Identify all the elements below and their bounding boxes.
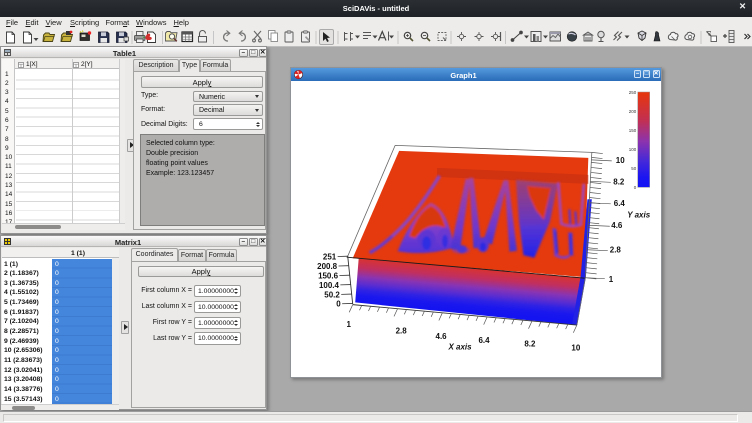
svg-text:0: 0: [634, 185, 637, 190]
svg-text:250: 250: [629, 90, 637, 95]
svg-text:200: 200: [629, 109, 637, 114]
svg-text:150: 150: [629, 128, 637, 133]
svg-text:X axis: X axis: [448, 342, 473, 351]
svg-text:8.2: 8.2: [524, 339, 536, 348]
svg-text:4.6: 4.6: [436, 332, 448, 341]
svg-text:50: 50: [631, 166, 636, 171]
svg-text:200.8: 200.8: [317, 262, 338, 271]
svg-text:6.4: 6.4: [614, 199, 626, 208]
svg-text:10: 10: [571, 343, 580, 352]
svg-text:2.8: 2.8: [396, 327, 408, 336]
svg-text:Y axis: Y axis: [627, 210, 650, 219]
svg-text:100: 100: [629, 147, 637, 152]
svg-text:50.2: 50.2: [324, 290, 340, 299]
svg-text:2.8: 2.8: [610, 246, 622, 255]
svg-text:6.4: 6.4: [478, 336, 490, 345]
svg-text:1: 1: [346, 320, 351, 329]
svg-text:0: 0: [336, 300, 341, 309]
svg-text:150.6: 150.6: [318, 271, 339, 280]
svg-text:4.6: 4.6: [611, 221, 623, 230]
svg-text:100.4: 100.4: [319, 281, 340, 290]
svg-text:251: 251: [323, 252, 337, 261]
svg-text:1: 1: [609, 275, 614, 284]
svg-text:10: 10: [616, 156, 625, 165]
svg-text:8.2: 8.2: [613, 177, 625, 186]
